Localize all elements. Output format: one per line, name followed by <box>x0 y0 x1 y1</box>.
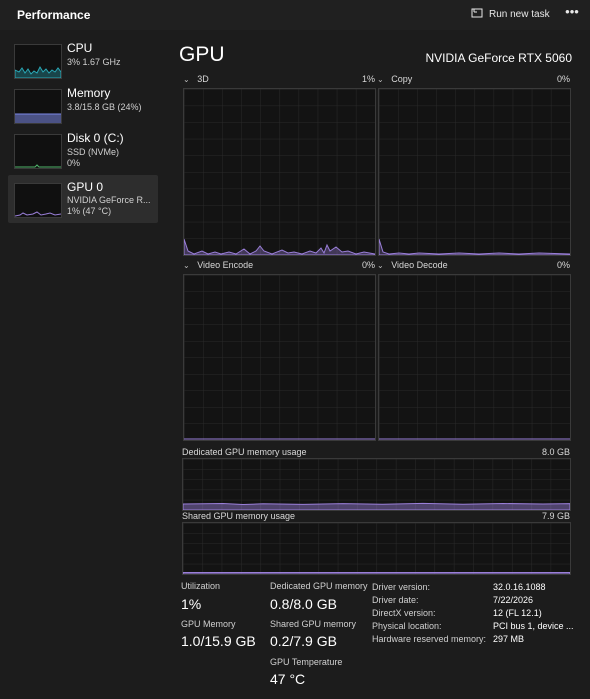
graph-video-decode-plot <box>379 275 570 440</box>
sidebar-item-name: GPU 0 <box>67 180 104 194</box>
directx-version-value: 12 (FL 12.1) <box>493 608 542 618</box>
graph-video-decode <box>378 274 571 441</box>
sidebar-item-detail-2: 1% (47 °C) <box>67 206 112 216</box>
graph-value-video-decode: 0% <box>557 260 571 270</box>
shared-memory-graph <box>182 522 571 575</box>
sidebar-item-detail: 3% 1.67 GHz <box>67 57 121 67</box>
gpu-memory-label: GPU Memory <box>181 619 236 629</box>
directx-version-label: DirectX version: <box>372 608 436 618</box>
disk-thumbnail <box>14 134 62 169</box>
gpu-model-name: NVIDIA GeForce RTX 5060 <box>425 51 572 65</box>
dedicated-memory-stat-value: 0.8/8.0 GB <box>270 596 337 612</box>
shared-memory-stat-label: Shared GPU memory <box>270 619 357 629</box>
cpu-thumbnail <box>14 44 62 79</box>
graph-value-video-encode: 0% <box>362 260 376 270</box>
hardware-reserved-value: 297 MB <box>493 634 525 644</box>
dedicated-memory-stat-label: Dedicated GPU memory <box>270 581 368 591</box>
sidebar-item-name: CPU <box>67 41 93 55</box>
driver-date-value: 7/22/2026 <box>493 595 534 605</box>
gpu-thumbnail <box>14 183 62 218</box>
sidebar-item-name: Disk 0 (C:) <box>67 131 124 145</box>
driver-version-label: Driver version: <box>372 582 431 592</box>
chevron-down-icon: ⌄ <box>183 75 190 84</box>
graph-label-copy: Copy <box>391 74 413 84</box>
dedicated-memory-max: 8.0 GB <box>541 447 570 457</box>
memory-sparkline-icon <box>15 113 61 123</box>
hardware-reserved-label: Hardware reserved memory: <box>372 634 487 644</box>
graph-3d-plot <box>184 89 375 255</box>
shared-memory-max: 7.9 GB <box>541 511 570 521</box>
dedicated-memory-plot <box>183 459 570 510</box>
sidebar-item-gpu[interactable]: GPU 0 NVIDIA GeForce R... 1% (47 °C) <box>8 175 158 223</box>
sidebar-item-detail: NVIDIA GeForce R... <box>67 195 151 205</box>
graph-label-3d: 3D <box>197 74 209 84</box>
chevron-down-icon: ⌄ <box>377 261 384 270</box>
graph-selector-copy[interactable]: ⌄ Copy <box>377 74 412 84</box>
utilization-label: Utilization <box>181 581 221 591</box>
graph-video-encode-plot <box>184 275 375 440</box>
title-bar: Performance Run new task ••• <box>0 0 590 30</box>
graph-value-copy: 0% <box>557 74 571 84</box>
run-new-task-label: Run new task <box>489 8 550 20</box>
graph-copy <box>378 88 571 256</box>
disk-sparkline-icon <box>15 164 61 168</box>
gpu-sparkline-icon <box>15 211 61 217</box>
sidebar-item-memory[interactable]: Memory 3.8/15.8 GB (24%) <box>8 81 158 129</box>
graph-selector-video-decode[interactable]: ⌄ Video Decode <box>377 260 448 270</box>
gpu-temperature-label: GPU Temperature <box>270 657 343 667</box>
graph-label-video-decode: Video Decode <box>391 260 448 270</box>
dedicated-memory-graph <box>182 458 571 511</box>
graph-label-video-encode: Video Encode <box>197 260 254 270</box>
dedicated-memory-label: Dedicated GPU memory usage <box>182 447 307 457</box>
gpu-memory-value: 1.0/15.9 GB <box>181 633 256 649</box>
utilization-value: 1% <box>181 596 202 612</box>
graph-selector-video-encode[interactable]: ⌄ Video Encode <box>183 260 253 270</box>
physical-location-label: Physical location: <box>372 621 442 631</box>
shared-memory-plot <box>183 523 570 574</box>
sidebar-item-detail-2: 0% <box>67 158 81 168</box>
chevron-down-icon: ⌄ <box>377 75 384 84</box>
shared-memory-stat-value: 0.2/7.9 GB <box>270 633 337 649</box>
chevron-down-icon: ⌄ <box>183 261 190 270</box>
driver-date-label: Driver date: <box>372 595 419 605</box>
run-new-task-button[interactable]: Run new task <box>471 6 550 22</box>
graph-3d <box>183 88 376 256</box>
gpu-temperature-value: 47 °C <box>270 671 306 687</box>
sidebar: CPU 3% 1.67 GHz Memory 3.8/15.8 GB (24%)… <box>0 30 167 699</box>
cpu-sparkline-icon <box>15 65 61 78</box>
gpu-heading: GPU <box>179 43 225 66</box>
sidebar-item-detail: SSD (NVMe) <box>67 147 120 157</box>
graph-selector-3d[interactable]: ⌄ 3D <box>183 74 209 84</box>
shared-memory-label: Shared GPU memory usage <box>182 511 296 521</box>
page-title: Performance <box>17 8 91 22</box>
physical-location-value: PCI bus 1, device ... <box>493 621 574 631</box>
driver-version-value: 32.0.16.1088 <box>493 582 546 592</box>
sidebar-item-disk[interactable]: Disk 0 (C:) SSD (NVMe) 0% <box>8 126 158 174</box>
sidebar-item-detail: 3.8/15.8 GB (24%) <box>67 102 142 112</box>
graph-video-encode <box>183 274 376 441</box>
graph-value-3d: 1% <box>362 74 376 84</box>
sidebar-item-name: Memory <box>67 86 111 100</box>
main-panel: GPU NVIDIA GeForce RTX 5060 ⌄ 3D 1% ⌄ Co… <box>167 30 590 699</box>
run-task-icon <box>471 7 483 22</box>
sidebar-item-cpu[interactable]: CPU 3% 1.67 GHz <box>8 36 158 84</box>
graph-copy-plot <box>379 89 570 255</box>
more-options-button[interactable]: ••• <box>563 3 581 21</box>
memory-thumbnail <box>14 89 62 124</box>
